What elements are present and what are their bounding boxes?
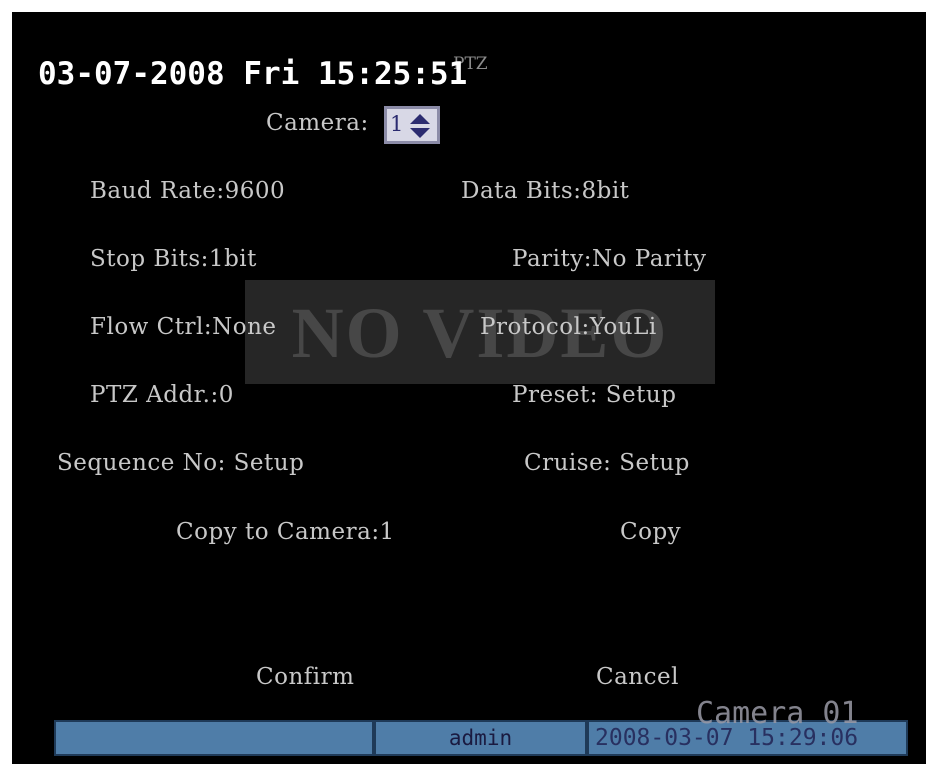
parity-field[interactable]: Parity:No Parity <box>512 246 707 272</box>
baud-rate-field[interactable]: Baud Rate:9600 <box>90 178 285 204</box>
protocol-field[interactable]: Protocol:YouLi <box>480 314 657 340</box>
copy-to-camera-field[interactable]: Copy to Camera:1 <box>176 519 395 545</box>
data-bits-field[interactable]: Data Bits:8bit <box>461 178 629 204</box>
cruise-setup-button[interactable]: Cruise: Setup <box>524 450 690 476</box>
sequence-setup-button[interactable]: Sequence No: Setup <box>57 450 304 476</box>
status-cell-empty <box>54 720 374 756</box>
confirm-button[interactable]: Confirm <box>256 664 354 690</box>
up-down-arrows-icon[interactable] <box>407 112 433 140</box>
osd-screen: NO VIDEO PTZ 03-07-2008 Fri 15:25:51 Cam… <box>12 12 926 764</box>
flow-ctrl-field[interactable]: Flow Ctrl:None <box>90 314 277 340</box>
stop-bits-field[interactable]: Stop Bits:1bit <box>90 246 257 272</box>
camera-spinner-value: 1 <box>390 112 404 136</box>
copy-button[interactable]: Copy <box>620 519 681 545</box>
cancel-button[interactable]: Cancel <box>596 664 679 690</box>
osd-datetime: 03-07-2008 Fri 15:25:51 <box>38 56 468 92</box>
camera-overlay-label: Camera 01 <box>696 696 859 731</box>
camera-label: Camera: <box>266 110 369 136</box>
preset-setup-button[interactable]: Preset: Setup <box>512 382 676 408</box>
ptz-address-field[interactable]: PTZ Addr.:0 <box>90 382 234 408</box>
status-user: admin <box>448 726 513 750</box>
status-cell-user: admin <box>374 720 587 756</box>
camera-spinner[interactable]: 1 <box>384 106 440 144</box>
